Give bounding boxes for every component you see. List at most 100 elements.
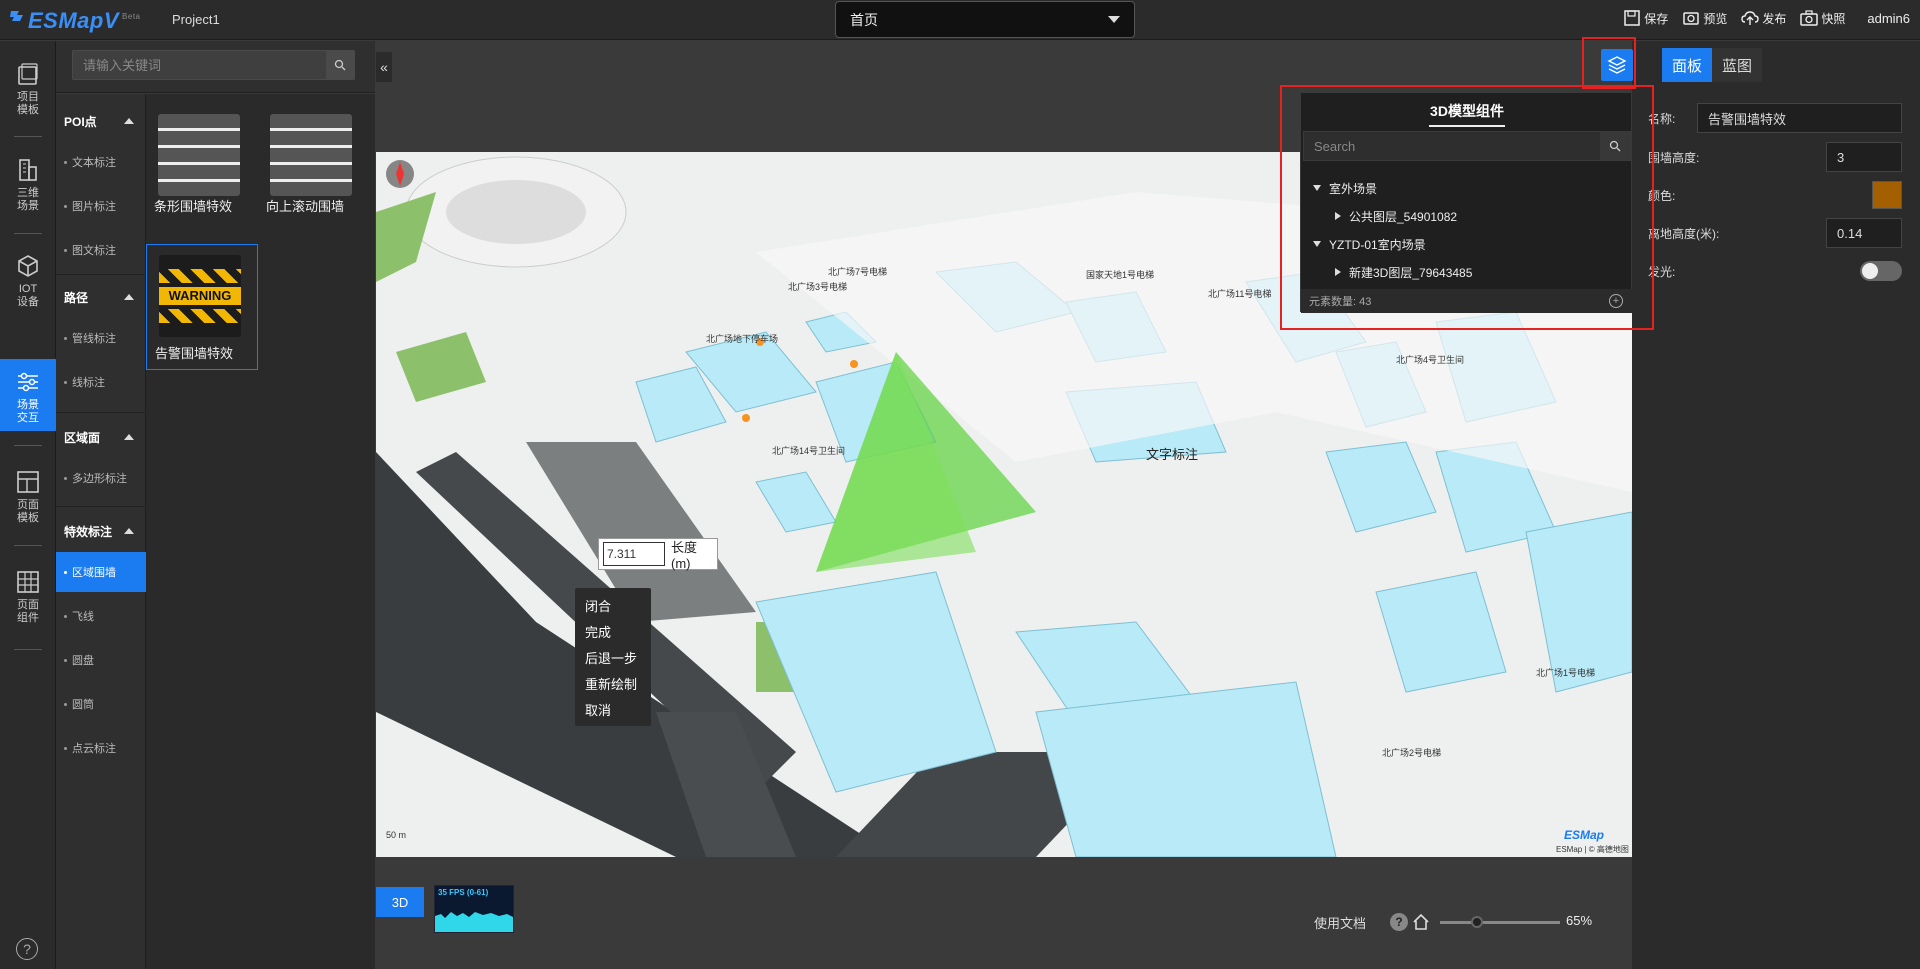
esmap-watermark: ESMap bbox=[1564, 828, 1605, 842]
category-item[interactable]: 圆筒 bbox=[56, 684, 146, 724]
category-item-label: 管线标注 bbox=[72, 333, 116, 345]
category-item[interactable]: 点云标注 bbox=[56, 728, 146, 768]
left-nav: 项目 模板 三维 场景 IOT 设备 场景 交互 页面 模板 页面 组件 ? bbox=[0, 41, 56, 969]
preview-button[interactable]: 预览 bbox=[1682, 9, 1727, 27]
category-item[interactable]: 文本标注 bbox=[56, 142, 146, 182]
warning-thumb-text: WARNING bbox=[159, 287, 241, 305]
length-input-box: 长度(m) bbox=[598, 538, 718, 571]
category-item[interactable]: 图文标注 bbox=[56, 230, 146, 270]
category-poi[interactable]: POI点 bbox=[56, 104, 146, 138]
nav-page-template[interactable]: 页面 模板 bbox=[0, 459, 56, 537]
category-title: 区域面 bbox=[64, 430, 101, 445]
name-field[interactable]: 告警围墙特效 bbox=[1697, 103, 1902, 133]
grid-icon bbox=[17, 571, 39, 593]
menu-item-close-shape[interactable]: 闭合 bbox=[575, 594, 651, 620]
project-name[interactable]: Project1 bbox=[172, 12, 220, 27]
chevron-up-icon bbox=[124, 434, 134, 440]
category-item-active[interactable]: 区域围墙 bbox=[56, 552, 146, 592]
header-actions: 保存 预览 发布 快照 admin6 bbox=[1623, 9, 1910, 27]
zoom-slider-handle[interactable] bbox=[1471, 916, 1484, 928]
color-swatch[interactable] bbox=[1872, 181, 1902, 209]
map-label: 北广场3号电梯 bbox=[788, 282, 848, 292]
component-search bbox=[72, 50, 355, 80]
logo-text: ESMapV bbox=[28, 8, 120, 33]
card-thumbnail bbox=[270, 114, 352, 196]
category-item[interactable]: 线标注 bbox=[56, 362, 146, 402]
user-name[interactable]: admin6 bbox=[1867, 11, 1910, 26]
category-item[interactable]: 多边形标注 bbox=[56, 458, 146, 498]
save-button[interactable]: 保存 bbox=[1623, 9, 1668, 27]
chevron-down-icon bbox=[1108, 16, 1120, 23]
sliders-icon bbox=[18, 372, 38, 392]
menu-item-finish[interactable]: 完成 bbox=[575, 620, 651, 646]
nav-project-template[interactable]: 项目 模板 bbox=[0, 51, 56, 129]
map-label: 北广场7号电梯 bbox=[828, 267, 888, 277]
search-icon bbox=[334, 59, 346, 71]
snapshot-button[interactable]: 快照 bbox=[1800, 9, 1845, 27]
category-item-label: 圆筒 bbox=[72, 699, 94, 711]
home-icon[interactable] bbox=[1412, 913, 1430, 931]
category-area[interactable]: 区域面 bbox=[56, 420, 146, 454]
category-item-label: 多边形标注 bbox=[72, 473, 127, 485]
property-offset-row: 离地高度(米): 0.14 bbox=[1648, 218, 1920, 248]
zoom-slider[interactable] bbox=[1440, 916, 1560, 928]
chevron-up-icon bbox=[124, 294, 134, 300]
search-button[interactable] bbox=[326, 51, 354, 79]
glow-toggle[interactable] bbox=[1860, 261, 1902, 281]
wall-height-field[interactable]: 3 bbox=[1826, 142, 1902, 172]
project-template-icon bbox=[18, 63, 38, 85]
menu-item-cancel[interactable]: 取消 bbox=[575, 698, 651, 724]
category-item-label: 圆盘 bbox=[72, 655, 94, 667]
nav-page-component[interactable]: 页面 组件 bbox=[0, 559, 56, 637]
building-icon bbox=[19, 159, 37, 181]
nav-iot-device[interactable]: IOT 设备 bbox=[0, 243, 56, 321]
collapse-panel-button[interactable]: « bbox=[376, 52, 392, 82]
component-card-selected[interactable]: WARNING 告警围墙特效 bbox=[146, 244, 258, 370]
docs-link[interactable]: 使用文档 bbox=[1314, 913, 1366, 932]
view-mode-3d-button[interactable]: 3D bbox=[376, 887, 424, 917]
page-select[interactable]: 首页 bbox=[835, 1, 1135, 38]
category-item[interactable]: 图片标注 bbox=[56, 186, 146, 226]
nav-label: 三维 场景 bbox=[17, 187, 39, 212]
component-card[interactable]: 条形围墙特效 bbox=[146, 104, 258, 224]
publish-label: 发布 bbox=[1762, 11, 1787, 26]
help-icon[interactable]: ? bbox=[16, 938, 38, 960]
help-icon[interactable]: ? bbox=[1390, 913, 1408, 931]
nav-scene-interaction[interactable]: 场景 交互 bbox=[0, 359, 56, 431]
nav-3d-scene[interactable]: 三维 场景 bbox=[0, 147, 56, 225]
search-input[interactable] bbox=[73, 51, 327, 79]
category-path[interactable]: 路径 bbox=[56, 280, 146, 314]
nav-label: 项目 模板 bbox=[17, 91, 39, 116]
category-effects[interactable]: 特效标注 bbox=[56, 514, 146, 548]
fps-monitor: 35 FPS (0-61) bbox=[434, 885, 514, 933]
category-item[interactable]: 圆盘 bbox=[56, 640, 146, 680]
component-card[interactable]: 向上滚动围墙 bbox=[258, 104, 370, 224]
chevron-up-icon bbox=[124, 118, 134, 124]
length-input[interactable] bbox=[603, 542, 665, 566]
tab-panel[interactable]: 面板 bbox=[1662, 48, 1712, 82]
tab-blueprint[interactable]: 蓝图 bbox=[1712, 48, 1762, 82]
highlight-box bbox=[1280, 85, 1654, 330]
property-color-row: 颜色: bbox=[1648, 180, 1920, 210]
category-item-label: 图片标注 bbox=[72, 201, 116, 213]
category-title: 特效标注 bbox=[64, 524, 113, 539]
category-item[interactable]: 管线标注 bbox=[56, 318, 146, 358]
scale-bar: 50 m bbox=[386, 830, 407, 840]
category-item[interactable]: 飞线 bbox=[56, 596, 146, 636]
card-label: 告警围墙特效 bbox=[155, 346, 234, 361]
logo-mark-icon bbox=[10, 11, 23, 21]
menu-item-undo[interactable]: 后退一步 bbox=[575, 646, 651, 672]
menu-item-redraw[interactable]: 重新绘制 bbox=[575, 672, 651, 698]
category-item-label: 点云标注 bbox=[72, 743, 116, 755]
text-annotation[interactable]: 文字标注 bbox=[1146, 444, 1198, 463]
publish-button[interactable]: 发布 bbox=[1741, 9, 1786, 27]
cube-icon bbox=[18, 255, 38, 277]
map-label: 北广场地下停车场 bbox=[706, 334, 779, 344]
snapshot-label: 快照 bbox=[1821, 11, 1846, 26]
page-template-icon bbox=[17, 471, 39, 493]
logo-badge: Beta bbox=[122, 12, 141, 21]
ground-offset-field[interactable]: 0.14 bbox=[1826, 218, 1902, 248]
chevron-up-icon bbox=[124, 528, 134, 534]
card-label: 条形围墙特效 bbox=[154, 199, 233, 214]
category-list: POI点 文本标注 图片标注 图文标注 路径 管线标注 线标注 区域面 多边形标… bbox=[56, 94, 146, 969]
